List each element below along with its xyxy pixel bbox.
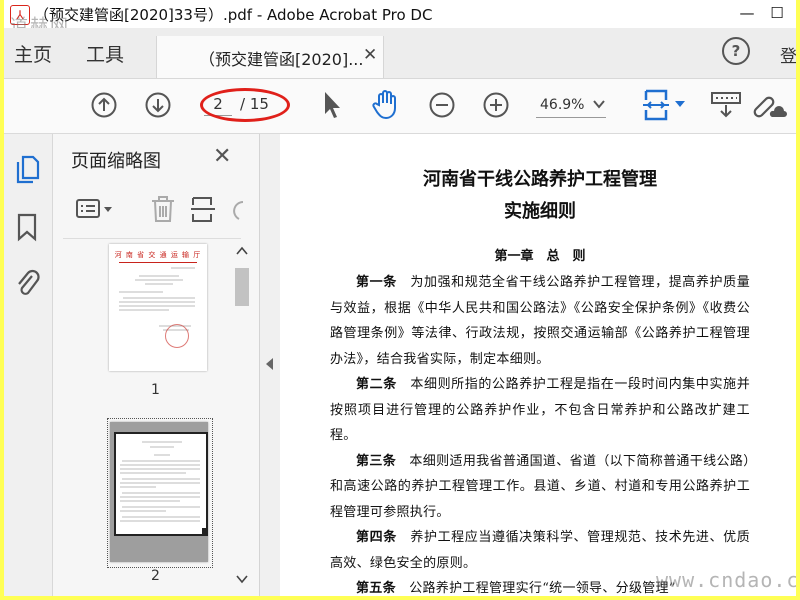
document-title-line2: 实施细则 [504, 201, 576, 222]
thumbnail-2-label: 2 [151, 568, 160, 584]
close-tab-icon[interactable]: ✕ [363, 45, 377, 65]
acrobat-window: ⅄ （预交建管函[2020]33号）.pdf - Adobe Acrobat P… [4, 0, 796, 596]
thumbnail-scrollbar[interactable] [233, 246, 251, 594]
select-cursor-icon[interactable] [322, 90, 342, 120]
panel-toolbar [65, 192, 245, 226]
panel-close-icon[interactable]: ✕ [213, 144, 231, 169]
panel-title: 页面缩略图 [71, 151, 161, 172]
document-tab[interactable]: （预交建管函[2020]... ✕ [156, 36, 384, 78]
view-resize-handle[interactable] [202, 528, 208, 534]
scroll-up-icon[interactable] [236, 246, 248, 256]
next-page-icon[interactable] [144, 91, 172, 119]
delete-page-icon[interactable] [149, 194, 177, 224]
thumbnail-1-text-lines [119, 267, 195, 331]
bookmarks-icon[interactable] [16, 212, 38, 242]
article-3: 第三条 本细则适用我省普通国道、省道（以下简称普通干线公路）和高速公路的养护工程… [330, 449, 750, 526]
minimize-button[interactable]: — [736, 3, 758, 23]
scrollbar-thumb[interactable] [235, 268, 249, 306]
zoom-value: 46.9% [540, 97, 585, 113]
article-1-head: 第一条 [356, 275, 397, 290]
zoom-in-icon[interactable] [482, 91, 510, 119]
previous-page-icon[interactable] [90, 91, 118, 119]
thumbnail-1-header: 河 南 省 交 通 运 输 厅 [114, 251, 202, 259]
tab-tools[interactable]: 工具 [86, 40, 124, 67]
sign-in-link[interactable]: 登 [780, 42, 796, 67]
page-thumbnails-panel: 页面缩略图 ✕ 河 南 省 交 通 运 输 厅 1 2 [53, 134, 260, 596]
article-5-head: 第五条 [356, 581, 396, 596]
rotate-page-icon[interactable] [229, 196, 245, 224]
page-thumbnail-2[interactable] [110, 422, 208, 562]
fit-dropdown-icon[interactable] [674, 99, 686, 109]
red-annotation-ellipse [200, 88, 290, 122]
scroll-down-icon[interactable] [236, 574, 248, 584]
title-bar: ⅄ （预交建管函[2020]33号）.pdf - Adobe Acrobat P… [4, 0, 796, 28]
watermark-bottom-right: www.cndao.com [656, 568, 796, 592]
article-2: 第二条 本细则所指的公路养护工程是指在一段时间内集中实施并按照项目进行管理的公路… [330, 372, 750, 449]
document-tab-label: （预交建管函[2020]... [199, 50, 364, 69]
thumbnail-1-rule [119, 262, 197, 263]
page-thumbnail-1[interactable]: 河 南 省 交 通 运 输 厅 [109, 244, 207, 371]
extract-page-icon[interactable] [189, 194, 217, 224]
thumbnail-1-label: 1 [151, 382, 160, 398]
zoom-dropdown-icon[interactable] [592, 97, 606, 111]
article-1: 第一条 为加强和规范全省干线公路养护工程管理，提高养护质量与效益，根据《中华人民… [330, 270, 750, 372]
tab-bar: 主页 工具 （预交建管函[2020]... ✕ ? 登 [4, 28, 796, 79]
article-2-head: 第二条 [356, 377, 397, 392]
panel-splitter[interactable] [260, 134, 280, 596]
window-title: （预交建管函[2020]33号）.pdf - Adobe Acrobat Pro… [34, 6, 433, 24]
hand-tool-icon[interactable] [370, 88, 402, 120]
official-seal [165, 324, 189, 348]
document-title-line1: 河南省干线公路养护工程管理 [423, 169, 657, 190]
thumbnail-2-visible-area [114, 432, 208, 536]
thumbnail-options-icon[interactable] [75, 196, 115, 222]
attachments-icon[interactable] [14, 268, 42, 300]
page-thumbnails-icon[interactable] [14, 154, 40, 184]
tab-home[interactable]: 主页 [14, 40, 52, 67]
document-view[interactable]: 河南省干线公路养护工程管理 实施细则 第一章 总 则 第一条 为加强和规范全省干… [280, 134, 796, 596]
article-4-head: 第四条 [356, 530, 397, 545]
article-3-head: 第三条 [356, 453, 397, 469]
help-icon[interactable]: ? [722, 37, 750, 65]
keyboard-tool-icon[interactable] [710, 89, 742, 119]
link-cloud-icon[interactable] [750, 89, 788, 121]
zoom-out-icon[interactable] [428, 91, 456, 119]
document-page: 河南省干线公路养护工程管理 实施细则 第一章 总 则 第一条 为加强和规范全省干… [330, 164, 750, 596]
chapter-heading: 第一章 总 则 [494, 249, 586, 264]
fit-page-icon[interactable] [640, 87, 672, 123]
left-navigation-rail [4, 134, 53, 596]
article-5-text: 公路养护工程管理实行“统一领导、分级管理” [395, 581, 676, 596]
collapse-panel-icon[interactable] [266, 358, 273, 370]
main-toolbar: 2 / 15 46.9% [4, 79, 796, 134]
maximize-button[interactable]: ☐ [766, 3, 788, 23]
thumbnail-2-text-lines [120, 441, 200, 522]
panel-divider [63, 238, 241, 239]
